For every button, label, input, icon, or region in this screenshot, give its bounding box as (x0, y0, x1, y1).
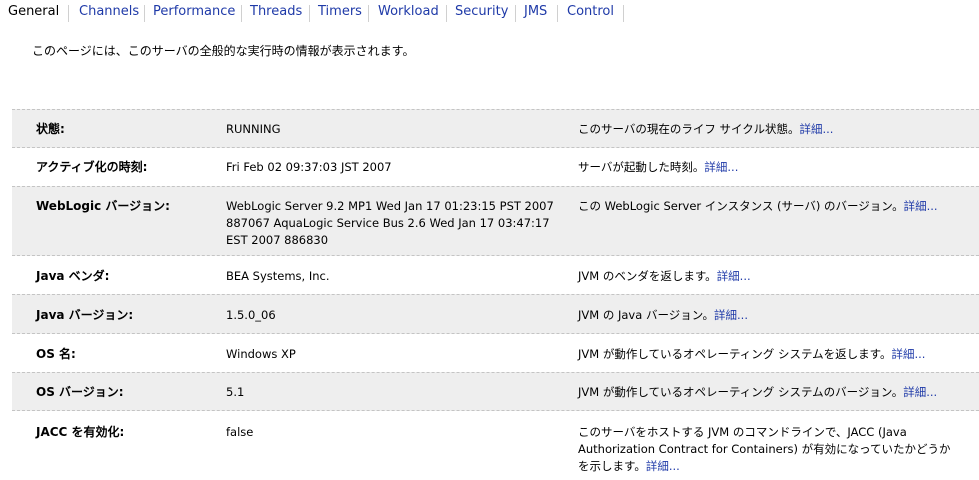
page-description: このページには、このサーバの全般的な実行時の情報が表示されます。 (32, 44, 415, 58)
field-value: RUNNING (226, 122, 281, 136)
field-label: 状態: (36, 122, 65, 136)
field-value: Fri Feb 02 09:37:03 JST 2007 (226, 160, 392, 174)
more-info-link[interactable]: 詳細... (904, 199, 938, 213)
tab-control[interactable]: Control (567, 3, 614, 23)
description-text: JVM のベンダを返します。 (578, 269, 717, 283)
tab-workload[interactable]: Workload (378, 3, 439, 23)
more-info-link[interactable]: 詳細... (704, 160, 738, 174)
field-description: JVM が動作しているオペレーティング システムのバージョン。詳細... (578, 384, 973, 401)
tab-separator (446, 5, 447, 22)
table-row: Java ベンダ: BEA Systems, Inc. JVM のベンダを返しま… (12, 255, 979, 295)
field-label: OS 名: (36, 347, 76, 361)
more-info-link[interactable]: 詳細... (799, 122, 833, 136)
field-label: OS バージョン: (36, 385, 124, 399)
field-label: WebLogic バージョン: (36, 199, 170, 213)
field-description: このサーバをホストする JVM のコマンドラインで、JACC (Java Aut… (578, 424, 973, 475)
field-value: 1.5.0_06 (226, 308, 276, 322)
description-text: JVM が動作しているオペレーティング システムのバージョン。 (578, 385, 904, 399)
tab-jms[interactable]: JMS (524, 3, 547, 23)
value-line: WebLogic Server 9.2 MP1 Wed Jan 17 01:23… (226, 199, 554, 213)
description-line: Authorization Contract for Containers) が… (578, 442, 951, 456)
description-line: を示します。 (578, 459, 646, 473)
table-row: OS バージョン: 5.1 JVM が動作しているオペレーティング システムのバ… (12, 372, 979, 411)
tab-separator (241, 5, 242, 22)
table-row: OS 名: Windows XP JVM が動作しているオペレーティング システ… (12, 333, 979, 373)
description-text: サーバが起動した時刻。 (578, 160, 705, 174)
field-description: JVM が動作しているオペレーティング システムを返します。詳細... (578, 346, 973, 363)
field-description: サーバが起動した時刻。詳細... (578, 159, 973, 176)
description-text: この WebLogic Server インスタンス (サーバ) のバージョン。 (578, 199, 904, 213)
field-label: Java ベンダ: (36, 269, 110, 283)
table-row: 状態: RUNNING このサーバの現在のライフ サイクル状態。詳細... (12, 109, 979, 148)
field-value: false (226, 425, 254, 439)
field-description: このサーバの現在のライフ サイクル状態。詳細... (578, 121, 973, 138)
tab-timers[interactable]: Timers (318, 3, 362, 23)
field-value: BEA Systems, Inc. (226, 269, 330, 283)
table-row: JACC を有効化: false このサーバをホストする JVM のコマンドライ… (12, 410, 979, 480)
tab-channels[interactable]: Channels (79, 3, 139, 23)
tab-separator (68, 5, 69, 22)
more-info-link[interactable]: 詳細... (714, 308, 748, 322)
tab-separator (309, 5, 310, 22)
description-text: このサーバの現在のライフ サイクル状態。 (578, 122, 800, 136)
tab-separator (557, 5, 558, 22)
field-label: Java バージョン: (36, 308, 134, 322)
field-label: JACC を有効化: (36, 425, 125, 439)
table-row: WebLogic バージョン: WebLogic Server 9.2 MP1 … (12, 186, 979, 256)
description-text: JVM の Java バージョン。 (578, 308, 715, 322)
field-description: この WebLogic Server インスタンス (サーバ) のバージョン。詳… (578, 198, 973, 215)
tab-separator (144, 5, 145, 22)
field-value: WebLogic Server 9.2 MP1 Wed Jan 17 01:23… (226, 198, 566, 249)
value-line: 887067 AquaLogic Service Bus 2.6 Wed Jan… (226, 216, 550, 230)
more-info-link[interactable]: 詳細... (903, 385, 937, 399)
table-row: Java バージョン: 1.5.0_06 JVM の Java バージョン。詳細… (12, 294, 979, 334)
field-description: JVM のベンダを返します。詳細... (578, 268, 973, 285)
field-label: アクティブ化の時刻: (36, 160, 148, 174)
more-info-link[interactable]: 詳細... (646, 459, 680, 473)
field-description: JVM の Java バージョン。詳細... (578, 307, 973, 324)
tab-separator (368, 5, 369, 22)
table-row: アクティブ化の時刻: Fri Feb 02 09:37:03 JST 2007 … (12, 147, 979, 187)
tab-general[interactable]: General (8, 3, 59, 23)
field-value: 5.1 (226, 385, 245, 399)
field-value: Windows XP (226, 347, 296, 361)
tab-security[interactable]: Security (455, 3, 508, 23)
description-text: JVM が動作しているオペレーティング システムを返します。 (578, 347, 892, 361)
description-line: このサーバをホストする JVM のコマンドラインで、JACC (Java (578, 425, 907, 439)
tab-separator (515, 5, 516, 22)
tab-separator (623, 5, 624, 22)
more-info-link[interactable]: 詳細... (717, 269, 751, 283)
value-line: EST 2007 886830 (226, 233, 329, 247)
more-info-link[interactable]: 詳細... (891, 347, 925, 361)
tab-performance[interactable]: Performance (153, 3, 235, 23)
tab-threads[interactable]: Threads (250, 3, 302, 23)
